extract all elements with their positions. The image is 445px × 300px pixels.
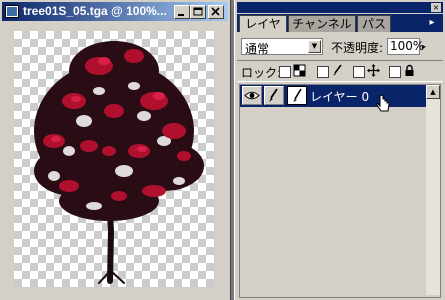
padlock-icon bbox=[405, 64, 414, 76]
palette-tabbar: レイヤー チャンネル パス ▸ bbox=[237, 14, 443, 47]
opacity-label: 不透明度: bbox=[331, 41, 384, 55]
tab-channels[interactable]: チャンネル bbox=[288, 15, 356, 32]
hand-cursor-icon bbox=[376, 95, 390, 112]
layers-list[interactable]: レイヤー 0 ▲ bbox=[239, 84, 441, 298]
layers-scrollbar[interactable]: ▲ bbox=[426, 85, 440, 295]
document-titlebar[interactable]: tree01S_05.tga @ 100%... bbox=[2, 2, 228, 21]
layer-row[interactable]: レイヤー 0 bbox=[240, 85, 426, 107]
brush-icon bbox=[269, 88, 278, 102]
opacity-slider-toggle-icon[interactable]: ▸ bbox=[422, 39, 433, 54]
close-button[interactable] bbox=[208, 5, 224, 19]
palette-menu-icon[interactable]: ▸ bbox=[425, 16, 439, 30]
chevron-down-icon[interactable]: ▼ bbox=[308, 40, 321, 53]
layer-thumbnail-brush-icon bbox=[293, 88, 302, 102]
brush-lock-icon bbox=[333, 64, 342, 76]
lock-image-checkbox[interactable] bbox=[317, 66, 329, 78]
tree-image bbox=[34, 41, 204, 284]
blend-mode-value: 通常 bbox=[245, 42, 270, 56]
tab-paths[interactable]: パス bbox=[357, 15, 391, 32]
move-lock-icon bbox=[367, 64, 380, 77]
palette-titlebar[interactable]: × bbox=[237, 2, 443, 13]
transparency-lock-icon bbox=[293, 64, 306, 77]
layer-visibility-toggle[interactable] bbox=[242, 86, 262, 105]
maximize-button[interactable] bbox=[190, 5, 206, 19]
layer-thumbnail[interactable] bbox=[287, 86, 307, 105]
photoshop-document-icon bbox=[5, 5, 19, 18]
eye-icon bbox=[244, 91, 260, 100]
image-document-window[interactable]: tree01S_05.tga @ 100%... bbox=[0, 0, 231, 300]
lock-transparency-checkbox[interactable] bbox=[279, 66, 291, 78]
lock-position-checkbox[interactable] bbox=[353, 66, 365, 78]
blend-mode-select[interactable]: 通常 ▼ bbox=[241, 38, 323, 56]
layer-link-toggle[interactable] bbox=[264, 86, 284, 105]
close-icon bbox=[211, 7, 220, 16]
lock-options-row: ロック: bbox=[237, 60, 443, 82]
layer-name: レイヤー 0 bbox=[310, 90, 370, 104]
layers-palette[interactable]: × レイヤー チャンネル パス ▸ 通常 ▼ 不透明度: 100% ▸ ロック: bbox=[234, 0, 445, 300]
lock-all-checkbox[interactable] bbox=[389, 66, 401, 78]
minimize-icon bbox=[178, 14, 184, 16]
tab-layers[interactable]: レイヤー bbox=[239, 15, 287, 47]
minimize-button[interactable] bbox=[174, 5, 190, 19]
scroll-up-button[interactable]: ▲ bbox=[426, 85, 440, 99]
document-title: tree01S_05.tga @ 100%... bbox=[23, 4, 167, 18]
palette-close-button[interactable]: × bbox=[431, 3, 441, 12]
opacity-input[interactable]: 100% bbox=[387, 38, 424, 55]
maximize-icon bbox=[193, 7, 203, 16]
image-canvas[interactable] bbox=[14, 31, 214, 287]
lock-label: ロック: bbox=[241, 66, 282, 80]
